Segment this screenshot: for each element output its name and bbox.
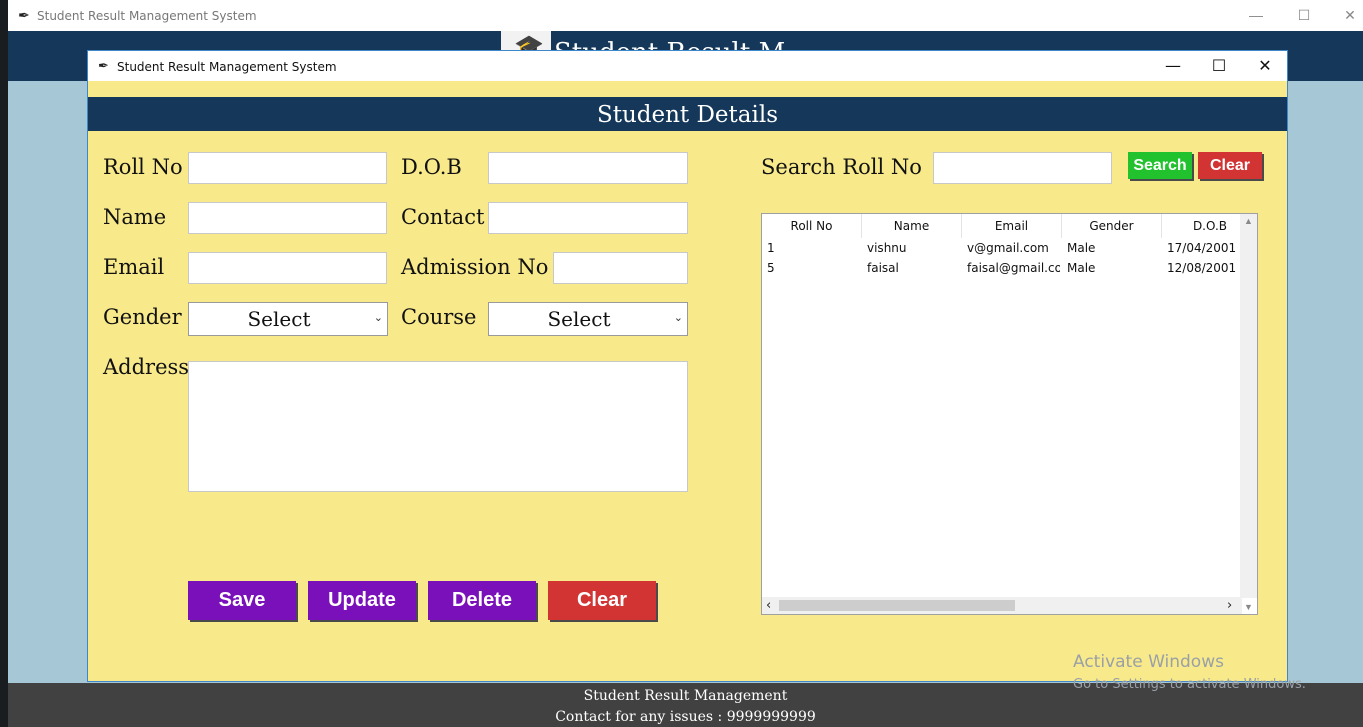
desktop-edge	[0, 0, 8, 727]
cell-dob: 12/08/2001	[1167, 261, 1237, 275]
search-clear-button[interactable]: Clear	[1198, 152, 1262, 179]
course-select[interactable]: Select ⌄	[488, 302, 688, 336]
cell-name: vishnu	[867, 241, 907, 255]
dialog-titlebar: ✒ Student Result Management System — ☐ ✕	[88, 51, 1287, 81]
maximize-button[interactable]: ☐	[1204, 55, 1234, 77]
search-roll-no-label: Search Roll No	[761, 155, 922, 179]
cell-name: faisal	[867, 261, 899, 275]
dialog-title: Student Result Management System	[117, 60, 337, 74]
student-details-dialog: ✒ Student Result Management System — ☐ ✕…	[87, 50, 1288, 682]
chevron-down-icon: ⌄	[373, 312, 383, 324]
scrollbar-thumb[interactable]	[779, 600, 1015, 611]
admission-no-label: Admission No	[401, 255, 549, 279]
main-minimize-button[interactable]: —	[1244, 4, 1268, 26]
email-input[interactable]	[188, 252, 387, 284]
admission-no-input[interactable]	[553, 252, 688, 284]
search-button[interactable]: Search	[1128, 152, 1192, 179]
table-row[interactable]: 1 vishnu v@gmail.com Male 17/04/2001	[762, 238, 1242, 258]
gender-select-value: Select	[247, 307, 311, 331]
roll-no-label: Roll No	[103, 155, 183, 179]
contact-label: Contact	[401, 205, 485, 229]
course-label: Course	[401, 305, 477, 329]
feather-icon: ✒	[98, 58, 109, 73]
name-label: Name	[103, 205, 167, 229]
cell-roll-no: 5	[767, 261, 775, 275]
cell-dob: 17/04/2001	[1167, 241, 1237, 255]
cell-email: faisal@gmail.com	[967, 261, 1060, 275]
table-header: Roll No Name Email Gender D.O.B	[762, 214, 1242, 238]
contact-input[interactable]	[488, 202, 688, 234]
cell-email: v@gmail.com	[967, 241, 1049, 255]
chevron-down-icon: ⌄	[673, 312, 683, 324]
course-select-value: Select	[547, 307, 611, 331]
column-header-dob[interactable]: D.O.B	[1162, 214, 1242, 238]
page-title: Student Details	[88, 97, 1287, 131]
email-label: Email	[103, 255, 165, 279]
column-header-roll-no[interactable]: Roll No	[762, 214, 862, 238]
clear-button[interactable]: Clear	[548, 581, 656, 620]
roll-no-input[interactable]	[188, 152, 387, 184]
vertical-scrollbar[interactable]: ▲ ▼	[1240, 214, 1257, 612]
main-titlebar: ✒ Student Result Management System — ☐ ✕	[8, 0, 1363, 31]
dob-input[interactable]	[488, 152, 688, 184]
student-table[interactable]: Roll No Name Email Gender D.O.B 1 vishnu…	[761, 213, 1258, 615]
search-input[interactable]	[933, 152, 1112, 184]
address-label: Address	[103, 355, 190, 379]
table-row[interactable]: 5 faisal faisal@gmail.com Male 12/08/200…	[762, 258, 1242, 278]
column-header-name[interactable]: Name	[862, 214, 962, 238]
horizontal-scrollbar[interactable]: ‹ ›	[762, 597, 1242, 614]
scroll-left-icon[interactable]: ‹	[766, 598, 771, 613]
close-button[interactable]: ✕	[1250, 55, 1280, 77]
cell-gender: Male	[1067, 261, 1096, 275]
activate-windows-subtext: Go to Settings to activate Windows.	[1073, 677, 1306, 692]
main-maximize-button[interactable]: ☐	[1292, 4, 1316, 26]
address-textarea[interactable]	[188, 361, 688, 492]
gender-select[interactable]: Select ⌄	[188, 302, 388, 336]
save-button[interactable]: Save	[188, 581, 296, 620]
cell-roll-no: 1	[767, 241, 775, 255]
scroll-right-icon[interactable]: ›	[1227, 598, 1232, 613]
cell-gender: Male	[1067, 241, 1096, 255]
main-window-title: Student Result Management System	[37, 9, 257, 23]
name-input[interactable]	[188, 202, 387, 234]
footer-contact: Contact for any issues : 9999999999	[555, 709, 816, 725]
delete-button[interactable]: Delete	[428, 581, 536, 620]
minimize-button[interactable]: —	[1158, 55, 1188, 77]
scroll-up-icon[interactable]: ▲	[1240, 216, 1257, 226]
gender-label: Gender	[103, 305, 182, 329]
scroll-down-icon[interactable]: ▼	[1240, 602, 1257, 612]
feather-icon: ✒	[18, 7, 30, 23]
column-header-gender[interactable]: Gender	[1062, 214, 1162, 238]
main-close-button[interactable]: ✕	[1338, 4, 1362, 26]
activate-windows-watermark: Activate Windows	[1073, 652, 1224, 672]
update-button[interactable]: Update	[308, 581, 416, 620]
column-header-email[interactable]: Email	[962, 214, 1062, 238]
dob-label: D.O.B	[401, 155, 462, 179]
